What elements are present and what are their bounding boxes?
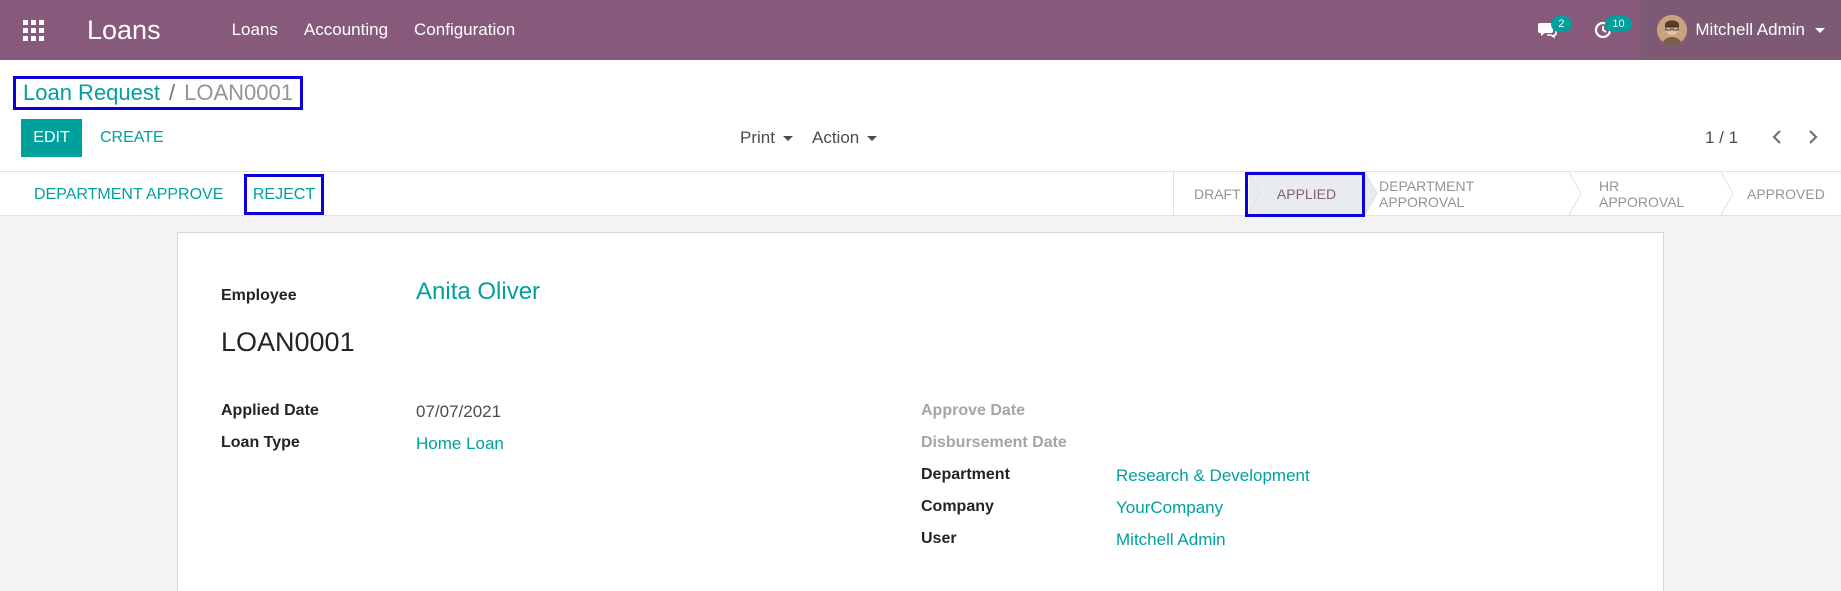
apps-grid-icon — [22, 19, 44, 41]
activities-count-badge: 10 — [1605, 16, 1632, 32]
app-title: Loans — [87, 14, 161, 45]
pager-next-button[interactable] — [1803, 126, 1823, 148]
user-label: User — [921, 530, 957, 547]
action-dropdown[interactable]: Action — [812, 128, 878, 148]
control-panel: Loan Request / LOAN0001 EDIT CREATE Prin… — [0, 60, 1841, 171]
action-label: Action — [812, 128, 860, 147]
user-name: Mitchell Admin — [1695, 20, 1805, 39]
stage-arrow-divider — [1364, 172, 1378, 215]
avatar — [1657, 15, 1688, 45]
stage-hr-approval[interactable]: HR APPOROVAL — [1599, 172, 1684, 215]
chevron-right-icon — [1809, 130, 1818, 144]
form-statusbar: DEPARTMENT APPROVE REJECT DRAFT APPLIED … — [0, 171, 1841, 217]
apps-menu-button[interactable] — [0, 0, 66, 60]
menu-item-configuration[interactable]: Configuration — [401, 20, 528, 40]
breadcrumb-parent-link[interactable]: Loan Request — [23, 80, 160, 106]
stage-applied[interactable]: APPLIED — [1249, 172, 1364, 215]
applied-date-label: Applied Date — [221, 402, 319, 419]
breadcrumb: Loan Request / LOAN0001 — [13, 76, 303, 110]
department-approve-button[interactable]: DEPARTMENT APPROVE — [34, 186, 223, 204]
company-field[interactable]: YourCompany — [1116, 498, 1223, 518]
print-dropdown[interactable]: Print — [740, 128, 793, 148]
stage-pipeline: DRAFT APPLIED DEPARTMENT APPOROVAL HR AP… — [1173, 172, 1825, 215]
pager-previous-button[interactable] — [1767, 126, 1787, 148]
activities-button[interactable]: 10 — [1575, 0, 1632, 60]
stage-arrow-divider — [1720, 172, 1734, 215]
stage-arrow-divider — [1247, 172, 1261, 215]
department-field[interactable]: Research & Development — [1116, 466, 1310, 486]
department-label: Department — [921, 466, 1010, 483]
edit-button[interactable]: EDIT — [21, 119, 82, 157]
breadcrumb-separator: / — [169, 80, 176, 105]
applied-date-value[interactable]: 07/07/2021 — [416, 402, 501, 422]
chevron-down-icon — [867, 135, 878, 141]
messages-count-badge: 2 — [1551, 16, 1572, 32]
user-field[interactable]: Mitchell Admin — [1116, 530, 1226, 550]
approve-date-label: Approve Date — [921, 402, 1026, 419]
loan-type-field[interactable]: Home Loan — [416, 434, 504, 454]
create-button[interactable]: CREATE — [100, 129, 164, 147]
loan-type-label: Loan Type — [221, 434, 300, 451]
disbursement-date-label: Disbursement Date — [921, 434, 1067, 451]
employee-field[interactable]: Anita Oliver — [416, 278, 540, 306]
form-sheet: Employee Anita Oliver LOAN0001 Applied D… — [177, 232, 1664, 591]
employee-label: Employee — [221, 287, 297, 304]
loan-reference-title: LOAN0001 — [221, 327, 355, 357]
chevron-left-icon — [1772, 130, 1781, 144]
stage-department-approval[interactable]: DEPARTMENT APPOROVAL — [1379, 172, 1474, 215]
stage-arrow-divider — [1568, 172, 1582, 215]
reject-button[interactable]: REJECT — [244, 174, 324, 215]
stage-approved[interactable]: APPROVED — [1747, 172, 1825, 215]
stage-draft[interactable]: DRAFT — [1194, 172, 1241, 215]
print-label: Print — [740, 128, 775, 147]
breadcrumb-current: LOAN0001 — [184, 80, 293, 105]
messages-button[interactable]: 2 — [1519, 0, 1575, 60]
chevron-down-icon — [1815, 27, 1825, 33]
menu-item-accounting[interactable]: Accounting — [291, 20, 401, 40]
company-label: Company — [921, 498, 994, 515]
chevron-down-icon — [782, 135, 793, 141]
top-navbar: Loans Loans Accounting Configuration 2 1… — [0, 0, 1841, 60]
user-menu[interactable]: Mitchell Admin — [1641, 0, 1841, 60]
pager-value: 1 / 1 — [1705, 128, 1739, 147]
menu-item-loans[interactable]: Loans — [219, 20, 291, 40]
systray: 2 10 Mitchell Admin — [1519, 0, 1841, 60]
